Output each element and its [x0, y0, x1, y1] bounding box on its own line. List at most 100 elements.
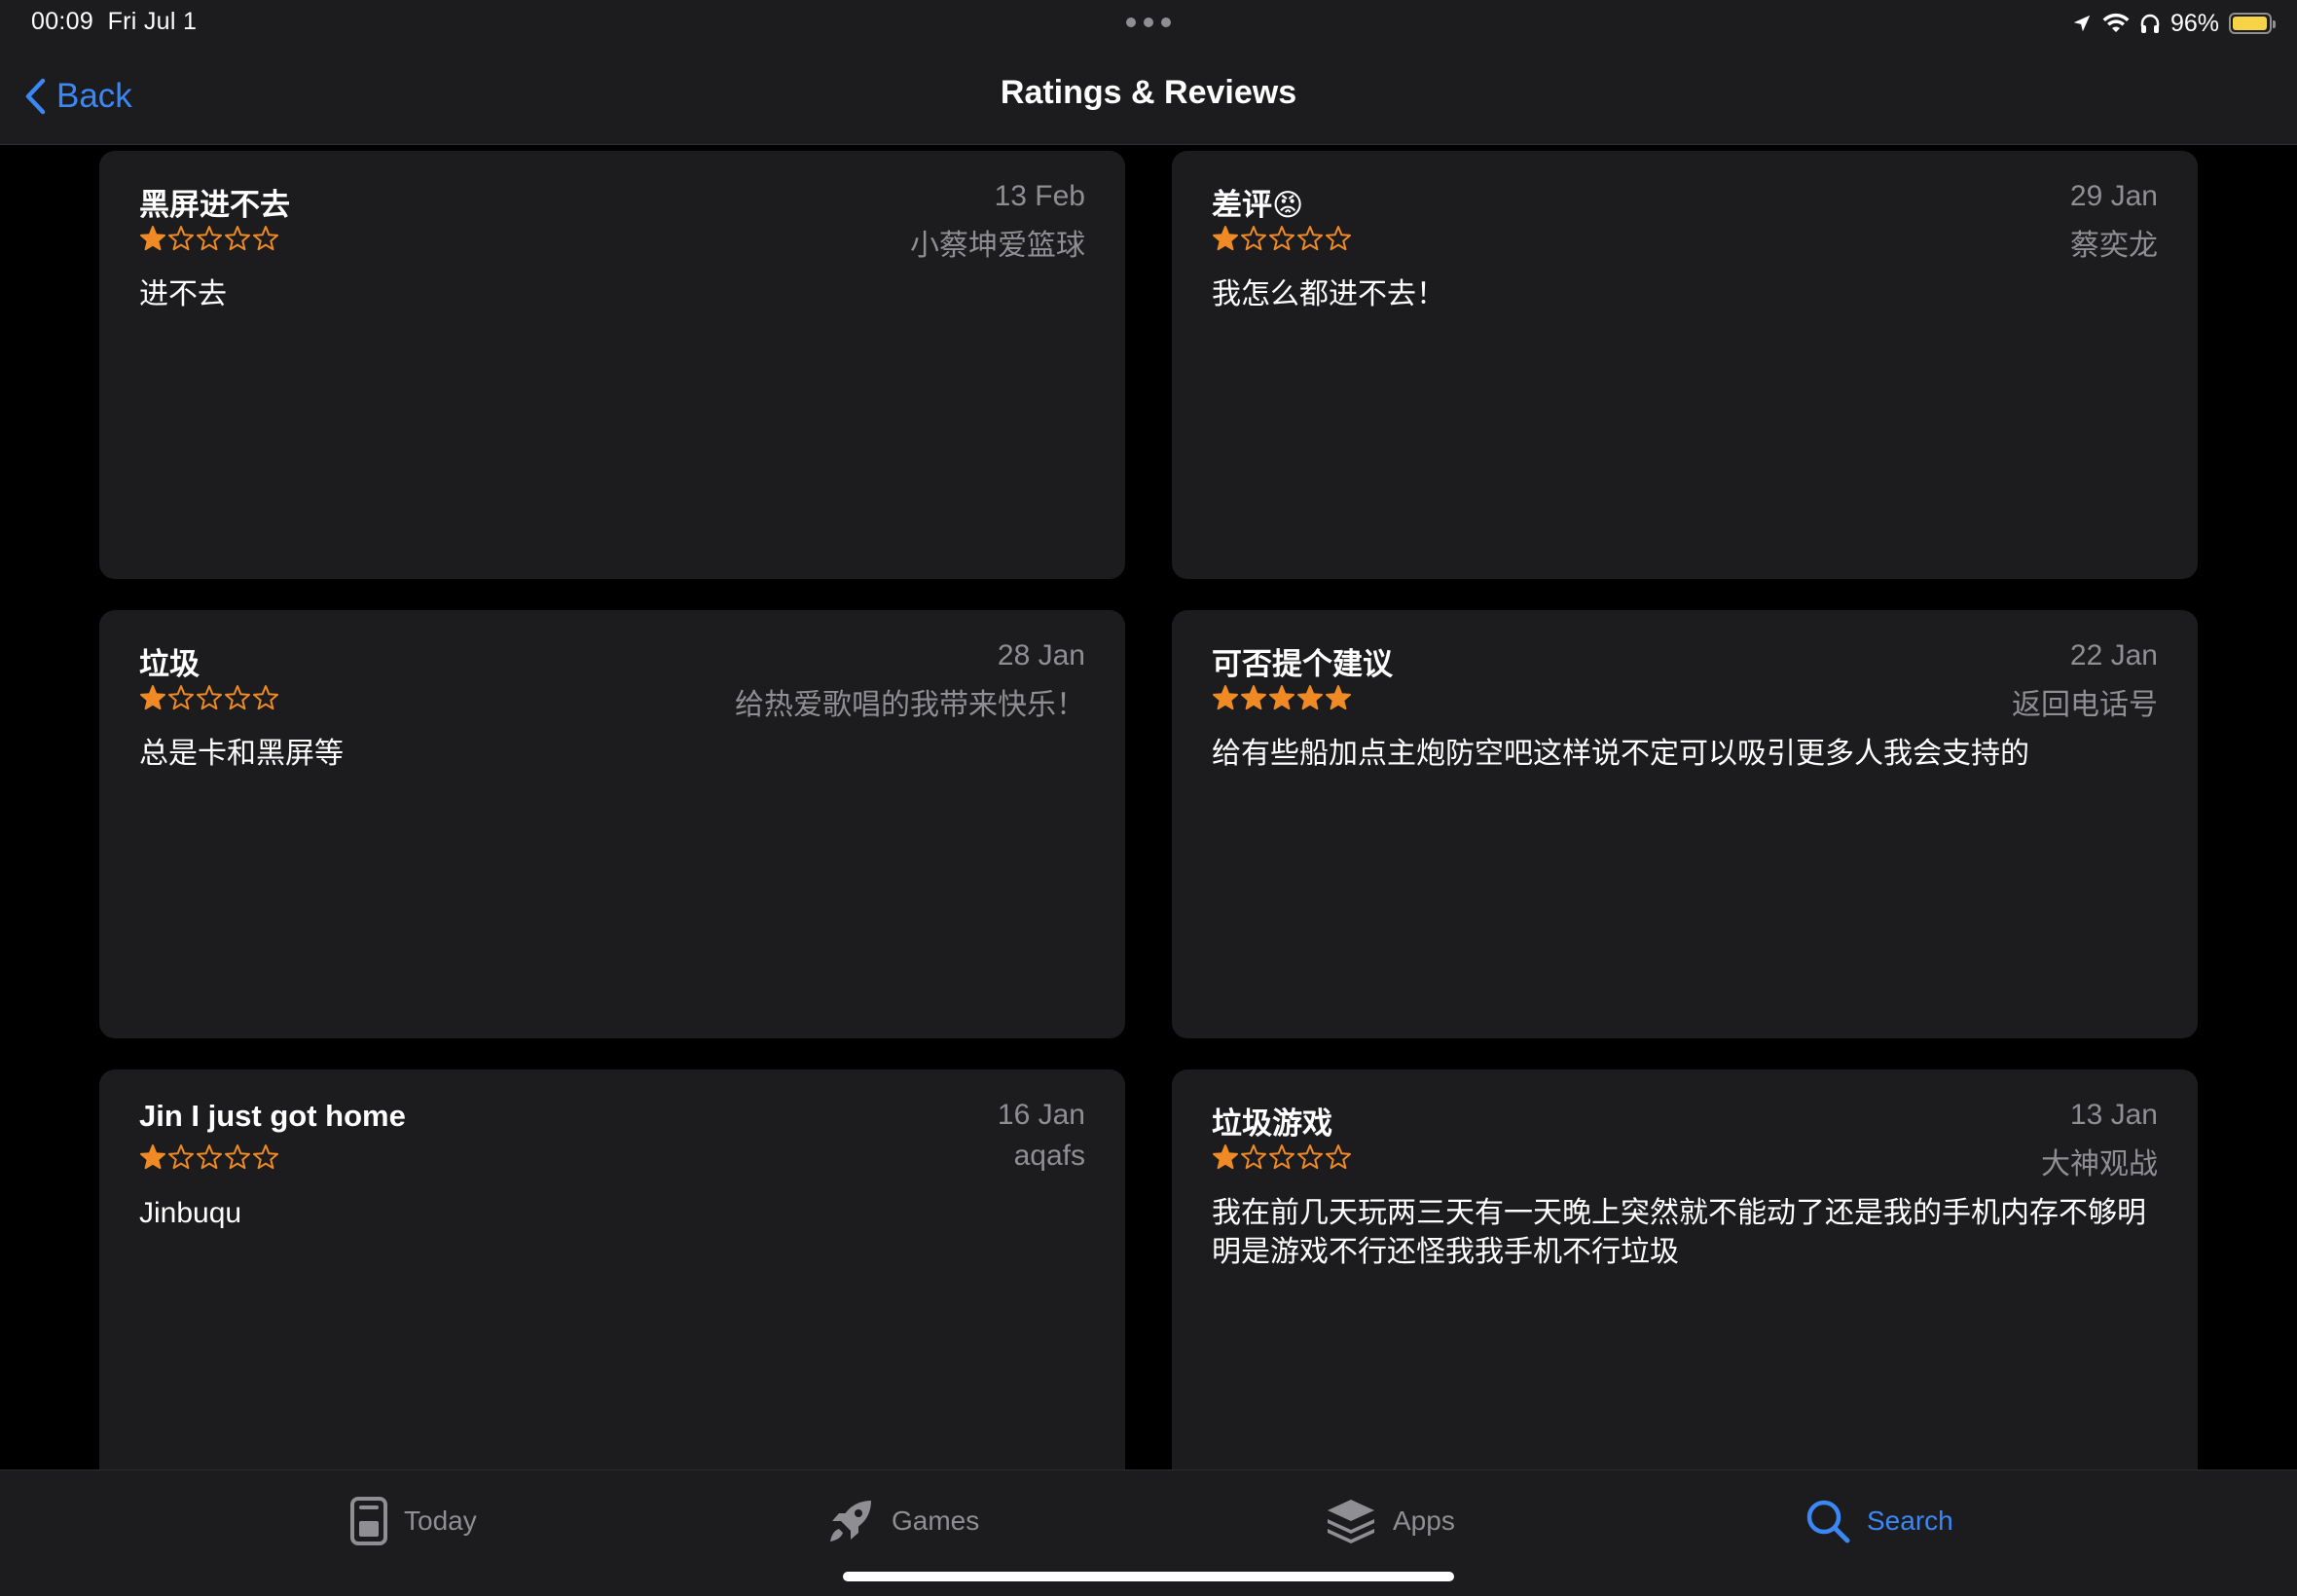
review-card[interactable]: 可否提个建议 22 Jan 返回电话号给有些船加点主炮防空吧这样说不定可以吸引更多人… — [1172, 610, 2198, 1038]
star-rating — [139, 225, 279, 252]
star-filled-icon — [140, 1144, 165, 1170]
tab-apps-label: Apps — [1393, 1505, 1455, 1536]
review-author: 蔡奕龙 — [2070, 230, 2158, 262]
star-empty-icon — [225, 685, 250, 710]
review-date: 13 Jan — [2069, 1099, 2158, 1131]
star-empty-icon — [197, 685, 222, 710]
star-filled-icon — [1213, 226, 1238, 251]
review-body: 我怎么都进不去！ — [1212, 278, 1445, 310]
star-empty-icon — [197, 226, 222, 251]
star-empty-icon — [168, 226, 194, 251]
star-empty-icon — [1297, 226, 1323, 251]
review-header: 黑屏进不去 13 Feb 小蔡坤爱篮球 — [139, 180, 1085, 268]
star-filled-icon — [1213, 1144, 1238, 1170]
star-rating — [1212, 225, 1352, 252]
status-indicators: 96% — [2071, 8, 2276, 39]
tab-search-label: Search — [1867, 1505, 1953, 1536]
review-body: 总是卡和黑屏等 — [139, 738, 344, 770]
battery-percent: 96% — [2169, 9, 2219, 37]
tab-games[interactable]: Games — [825, 1492, 979, 1550]
star-empty-icon — [1326, 226, 1351, 251]
star-empty-icon — [253, 1144, 278, 1170]
star-rating — [139, 684, 279, 711]
review-header: 可否提个建议 22 Jan 返回电话号 — [1212, 639, 2158, 727]
star-empty-icon — [1269, 226, 1294, 251]
review-card[interactable]: 黑屏进不去 13 Feb 小蔡坤爱篮球进不去 — [99, 151, 1125, 579]
star-empty-icon — [1269, 1144, 1294, 1170]
review-header: 垃圾 28 Jan 给热爱歌唱的我带来快乐！ — [139, 639, 1085, 727]
star-empty-icon — [1297, 1144, 1323, 1170]
home-indicator[interactable] — [843, 1572, 1454, 1581]
review-author: aqafs — [1013, 1140, 1085, 1172]
review-card[interactable]: 垃圾游戏 13 Jan 大神观战我在前几天玩两三天有一天晚上突然就不能动了还是我的手… — [1172, 1070, 2198, 1469]
review-date: 28 Jan — [997, 639, 1085, 671]
review-title: 黑屏进不去 — [139, 188, 290, 222]
navigation-bar: Back Ratings & Reviews — [0, 49, 2297, 145]
battery-icon — [2229, 13, 2276, 34]
review-title: 垃圾游戏 — [1212, 1106, 1332, 1141]
tab-search[interactable]: Search — [1805, 1492, 1953, 1550]
games-rocket-icon — [830, 1501, 871, 1542]
star-filled-icon — [140, 685, 165, 710]
review-header: 垃圾游戏 13 Jan 大神观战 — [1212, 1099, 2158, 1186]
search-icon — [1806, 1500, 1850, 1543]
star-empty-icon — [225, 226, 250, 251]
star-empty-icon — [168, 685, 194, 710]
today-icon — [350, 1497, 387, 1545]
status-clock: 00:09 — [31, 8, 94, 35]
page-title: Ratings & Reviews — [1000, 74, 1297, 111]
star-rating — [1212, 684, 1352, 711]
star-filled-icon — [1269, 685, 1294, 710]
star-filled-icon — [1326, 685, 1351, 710]
battery-level — [2233, 17, 2267, 30]
review-title: 差评😡 — [1212, 188, 1304, 222]
tab-apps[interactable]: Apps — [1325, 1492, 1455, 1550]
headphones-icon — [2140, 14, 2160, 33]
star-filled-icon — [140, 226, 165, 251]
review-card[interactable]: 垃圾 28 Jan 给热爱歌唱的我带来快乐！ 总是卡和黑屏等 — [99, 610, 1125, 1038]
review-body: 给有些船加点主炮防空吧这样说不定可以吸引更多人我会支持的 — [1212, 738, 2029, 770]
star-filled-icon — [1241, 685, 1266, 710]
review-author: 大神观战 — [2041, 1148, 2158, 1180]
review-date: 13 Feb — [994, 180, 1085, 212]
status-time: 00:09 Fri Jul 1 — [31, 8, 197, 36]
star-rating — [139, 1143, 279, 1171]
review-card[interactable]: Jin I just got home 16 Jan aqafs Jinbuqu — [99, 1070, 1125, 1469]
star-empty-icon — [197, 1144, 222, 1170]
apps-stack-icon — [1328, 1500, 1374, 1543]
status-date: Fri Jul 1 — [107, 8, 198, 35]
review-author: 小蔡坤爱篮球 — [910, 230, 1085, 262]
location-arrow-icon — [2073, 15, 2091, 32]
review-header: 差评😡 29 Jan 蔡奕龙 — [1212, 180, 2158, 268]
reviews-grid[interactable]: 黑屏进不去 13 Feb 小蔡坤爱篮球进不去 差评😡 29 Jan 蔡奕龙我怎么都进不去！… — [0, 145, 2297, 1469]
star-empty-icon — [253, 685, 278, 710]
tab-today-label: Today — [404, 1505, 477, 1536]
review-body: Jinbuqu — [139, 1197, 242, 1229]
star-empty-icon — [253, 226, 278, 251]
review-title: 垃圾 — [139, 647, 200, 681]
review-card[interactable]: 差评😡 29 Jan 蔡奕龙我怎么都进不去！ — [1172, 151, 2198, 579]
star-filled-icon — [1213, 685, 1238, 710]
review-author: 返回电话号 — [2012, 689, 2158, 721]
star-empty-icon — [1326, 1144, 1351, 1170]
star-empty-icon — [168, 1144, 194, 1170]
star-empty-icon — [1241, 1144, 1266, 1170]
tab-games-label: Games — [892, 1505, 980, 1536]
star-filled-icon — [1297, 685, 1323, 710]
review-title: 可否提个建议 — [1212, 647, 1393, 681]
app-store-screen: 00:09 Fri Jul 1 96% Back Ratings & Revie… — [0, 0, 2297, 1596]
tab-today[interactable]: Today — [349, 1492, 477, 1550]
review-header: Jin I just got home 16 Jan aqafs — [139, 1099, 1085, 1186]
review-date: 22 Jan — [2069, 639, 2158, 671]
review-date: 16 Jan — [997, 1099, 1085, 1131]
review-title: Jin I just got home — [139, 1099, 406, 1133]
review-author: 给热爱歌唱的我带来快乐！ — [735, 689, 1085, 721]
review-body: 进不去 — [139, 278, 227, 310]
multitasking-dots-icon[interactable] — [1126, 18, 1171, 29]
review-date: 29 Jan — [2069, 180, 2158, 212]
wifi-icon — [2102, 13, 2130, 32]
star-empty-icon — [225, 1144, 250, 1170]
status-bar: 00:09 Fri Jul 1 96% — [0, 0, 2297, 49]
review-body: 我在前几天玩两三天有一天晚上突然就不能动了还是我的手机内存不够明明是游戏不行还怪… — [1212, 1197, 2146, 1268]
star-empty-icon — [1241, 226, 1266, 251]
